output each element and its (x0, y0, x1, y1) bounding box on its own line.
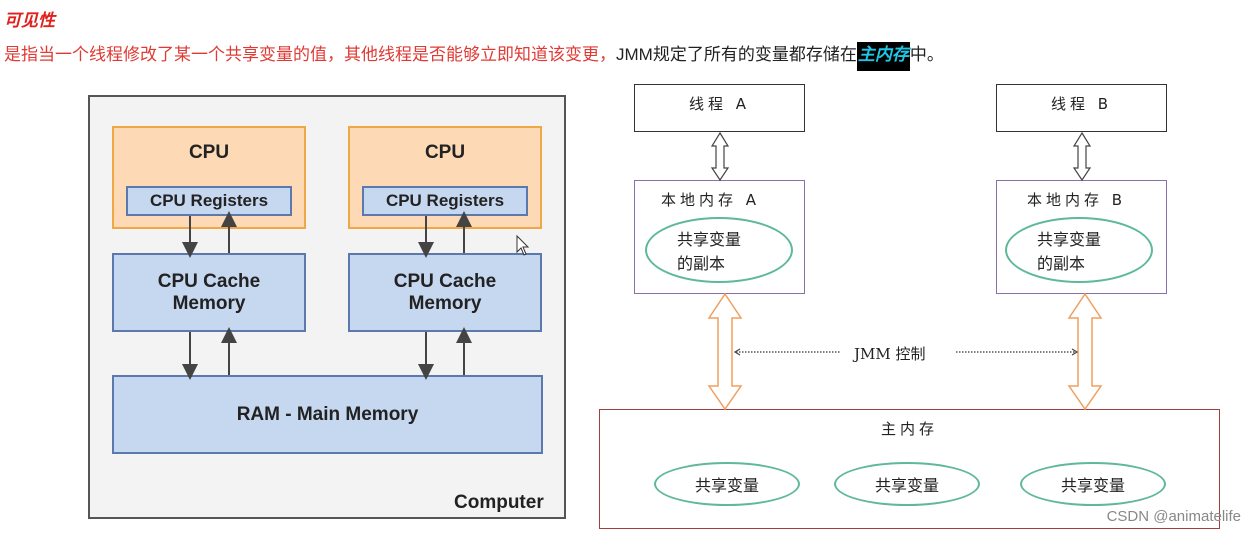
double-arrow-icon (707, 292, 743, 411)
local-memory-a-label: 本地内存 A (661, 191, 761, 209)
copy-line1: 共享变量 (1037, 230, 1102, 249)
local-memory-b-label: 本地内存 B (1027, 191, 1127, 209)
copy-line1: 共享变量 (677, 230, 742, 249)
local-memory-a: 本地内存 A 共享变量 的副本 (634, 180, 805, 294)
double-arrow-icon (710, 131, 730, 182)
description-black-part: JMM规定了所有的变量都存储在 (616, 45, 857, 64)
thread-b-box: 线程 B (996, 84, 1167, 132)
cache-label-line2: Memory (408, 292, 482, 314)
shared-variable-copy-a: 共享变量 的副本 (645, 217, 793, 283)
cpu-label: CPU (424, 142, 466, 163)
main-memory-label: 主内存 (880, 420, 938, 438)
shared-variable-1: 共享变量 (654, 462, 800, 506)
ram-main-memory: RAM - Main Memory (112, 375, 543, 454)
cpu-cache-1: CPU Cache Memory (112, 253, 306, 332)
double-arrow-icon (1067, 292, 1103, 411)
thread-a-box: 线程 A (634, 84, 805, 132)
thread-a-label: 线程 A (688, 95, 751, 113)
copy-line2: 的副本 (677, 254, 726, 273)
cpu-registers-2: CPU Registers (362, 186, 528, 216)
cpu-registers-1: CPU Registers (126, 186, 292, 216)
description-text: 是指当一个线程修改了某一个共享变量的值，其他线程是否能够立即知道该变更，JMM规… (4, 40, 944, 71)
cache-label-line2: Memory (172, 292, 246, 314)
arrow-left-icon (733, 348, 741, 356)
shared-variable-3: 共享变量 (1020, 462, 1166, 506)
jmm-control-label: JMM 控制 (848, 343, 932, 364)
shared-variable-2: 共享变量 (834, 462, 980, 506)
description-red-part: 是指当一个线程修改了某一个共享变量的值，其他线程是否能够立即知道该变更， (4, 45, 616, 65)
cpu-label: CPU (188, 142, 230, 163)
shared-variable-copy-b: 共享变量 的副本 (1005, 217, 1153, 283)
cpu-cache-2: CPU Cache Memory (348, 253, 542, 332)
cache-label-line1: CPU Cache (157, 270, 261, 292)
cache-label-line1: CPU Cache (393, 270, 497, 292)
copy-line2: 的副本 (1037, 254, 1086, 273)
highlighted-term: 主内存 (856, 42, 910, 71)
section-heading: 可见性 (4, 11, 55, 31)
thread-b-label: 线程 B (1050, 95, 1113, 113)
watermark: CSDN @animatelife (1106, 508, 1241, 525)
double-arrow-icon (1072, 131, 1092, 182)
description-end: 中。 (909, 45, 944, 64)
computer-label: Computer (454, 492, 544, 513)
arrow-right-icon (1071, 348, 1079, 356)
local-memory-b: 本地内存 B 共享变量 的副本 (996, 180, 1167, 294)
